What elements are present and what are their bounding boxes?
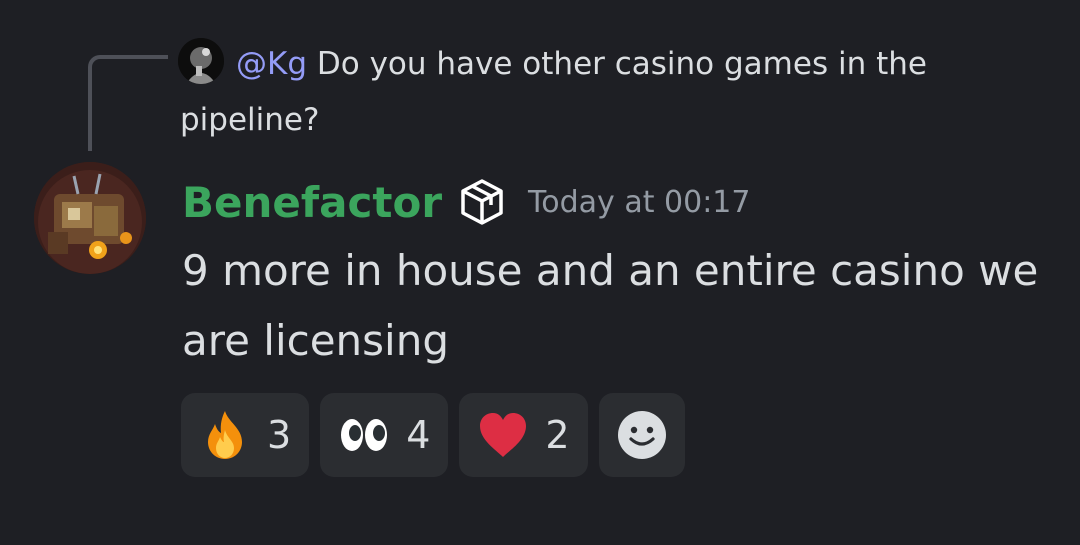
reaction-count: 2: [545, 413, 570, 457]
reaction-fire[interactable]: 3: [181, 393, 310, 477]
timestamp[interactable]: Today at 00:17: [528, 185, 750, 220]
reply-mention[interactable]: @Kg: [236, 46, 307, 82]
bot-avatar-icon: [34, 162, 146, 274]
reaction-eyes[interactable]: 4: [320, 393, 449, 477]
username[interactable]: Benefactor: [182, 178, 442, 227]
reaction-heart[interactable]: 2: [459, 393, 588, 477]
reply-connector: [88, 55, 168, 151]
smiley-icon: [614, 407, 670, 463]
message-header: Benefactor Today at 00:17: [182, 172, 750, 232]
chat-message-view: @Kg Do you have other casino games in th…: [0, 0, 1080, 545]
reaction-count: 3: [267, 413, 292, 457]
reactions-bar: 3 4 2: [181, 393, 685, 477]
avatar[interactable]: [34, 162, 146, 274]
add-reaction-button[interactable]: [598, 393, 685, 477]
message-content: 9 more in house and an entire casino we …: [182, 246, 1039, 365]
fire-icon: [197, 407, 253, 463]
reply-preview[interactable]: @Kg Do you have other casino games in th…: [180, 36, 980, 148]
cube-badge-icon[interactable]: [456, 176, 508, 228]
reaction-count: 4: [406, 413, 431, 457]
heart-icon: [475, 407, 531, 463]
eyes-icon: [336, 407, 392, 463]
